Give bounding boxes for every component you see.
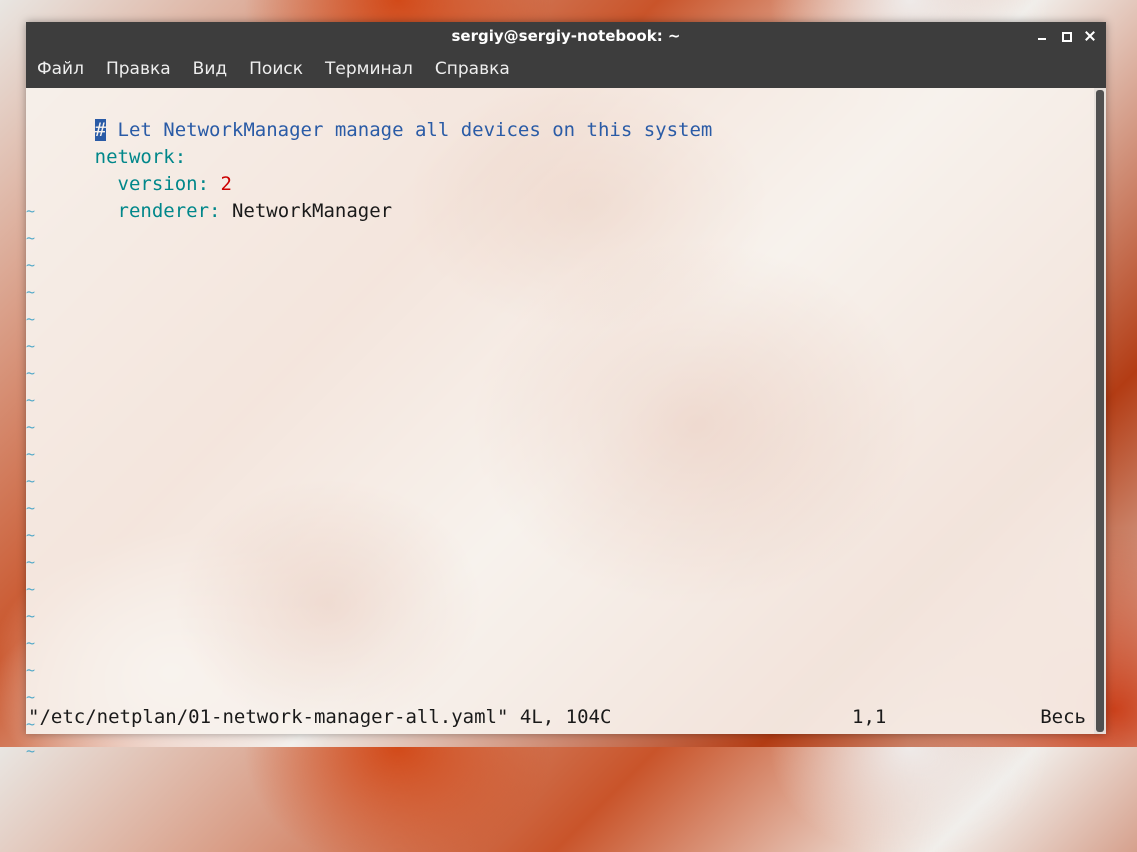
menu-search[interactable]: Поиск: [238, 59, 314, 79]
empty-line-marker: ~: [26, 445, 36, 463]
scrollbar[interactable]: [1094, 88, 1106, 734]
empty-line-marker: ~: [26, 607, 36, 625]
empty-line-marker: ~: [26, 661, 36, 679]
menu-view[interactable]: Вид: [182, 59, 238, 79]
menu-help[interactable]: Справка: [424, 59, 521, 79]
menu-edit[interactable]: Правка: [95, 59, 182, 79]
empty-line-marker: ~: [26, 364, 36, 382]
editor-line-1: # Let NetworkManager manage all devices …: [26, 90, 712, 141]
comment-text: Let NetworkManager manage all devices on…: [106, 119, 713, 141]
empty-line-marker: ~: [26, 391, 36, 409]
empty-line-marker: ~: [26, 256, 36, 274]
editor-line-4: renderer: NetworkManager: [26, 171, 393, 222]
empty-line-marker: ~: [26, 553, 36, 571]
yaml-value-renderer: NetworkManager: [231, 200, 393, 222]
editor-line-2: network:: [26, 117, 187, 168]
status-line: "/etc/netplan/01-network-manager-all.yam…: [26, 702, 1094, 732]
title-bar[interactable]: sergiy@sergiy-notebook: ~: [26, 22, 1106, 50]
status-scroll-indicator: Весь: [1040, 706, 1086, 728]
empty-line-marker: ~: [26, 526, 36, 544]
editor-line-3: version: 2: [26, 144, 232, 195]
terminal-window: sergiy@sergiy-notebook: ~ Файл Правка Ви…: [26, 22, 1106, 760]
empty-line-marker: ~: [26, 337, 36, 355]
empty-line-marker: ~: [26, 310, 36, 328]
window-title: sergiy@sergiy-notebook: ~: [451, 27, 681, 45]
maximize-icon[interactable]: [1060, 30, 1072, 42]
empty-line-marker: ~: [26, 472, 36, 490]
menu-file[interactable]: Файл: [26, 59, 95, 79]
menu-bar: Файл Правка Вид Поиск Терминал Справка: [26, 50, 1106, 88]
status-file-info: "/etc/netplan/01-network-manager-all.yam…: [28, 706, 612, 728]
minimize-icon[interactable]: [1036, 30, 1048, 42]
empty-line-marker: ~: [26, 499, 36, 517]
vim-editor[interactable]: # Let NetworkManager manage all devices …: [26, 88, 1094, 760]
empty-line-marker: ~: [26, 580, 36, 598]
close-icon[interactable]: [1084, 30, 1096, 42]
yaml-key-renderer: renderer: [117, 200, 210, 222]
yaml-colon: :: [209, 200, 232, 222]
empty-line-marker: ~: [26, 634, 36, 652]
empty-line-marker: ~: [26, 202, 36, 220]
status-cursor-position: 1,1: [852, 706, 887, 728]
empty-line-marker: ~: [26, 418, 36, 436]
window-controls: [1036, 22, 1096, 50]
empty-line-marker: ~: [26, 283, 36, 301]
empty-line-marker: ~: [26, 229, 36, 247]
scrollbar-thumb[interactable]: [1096, 90, 1104, 732]
menu-terminal[interactable]: Терминал: [314, 59, 424, 79]
